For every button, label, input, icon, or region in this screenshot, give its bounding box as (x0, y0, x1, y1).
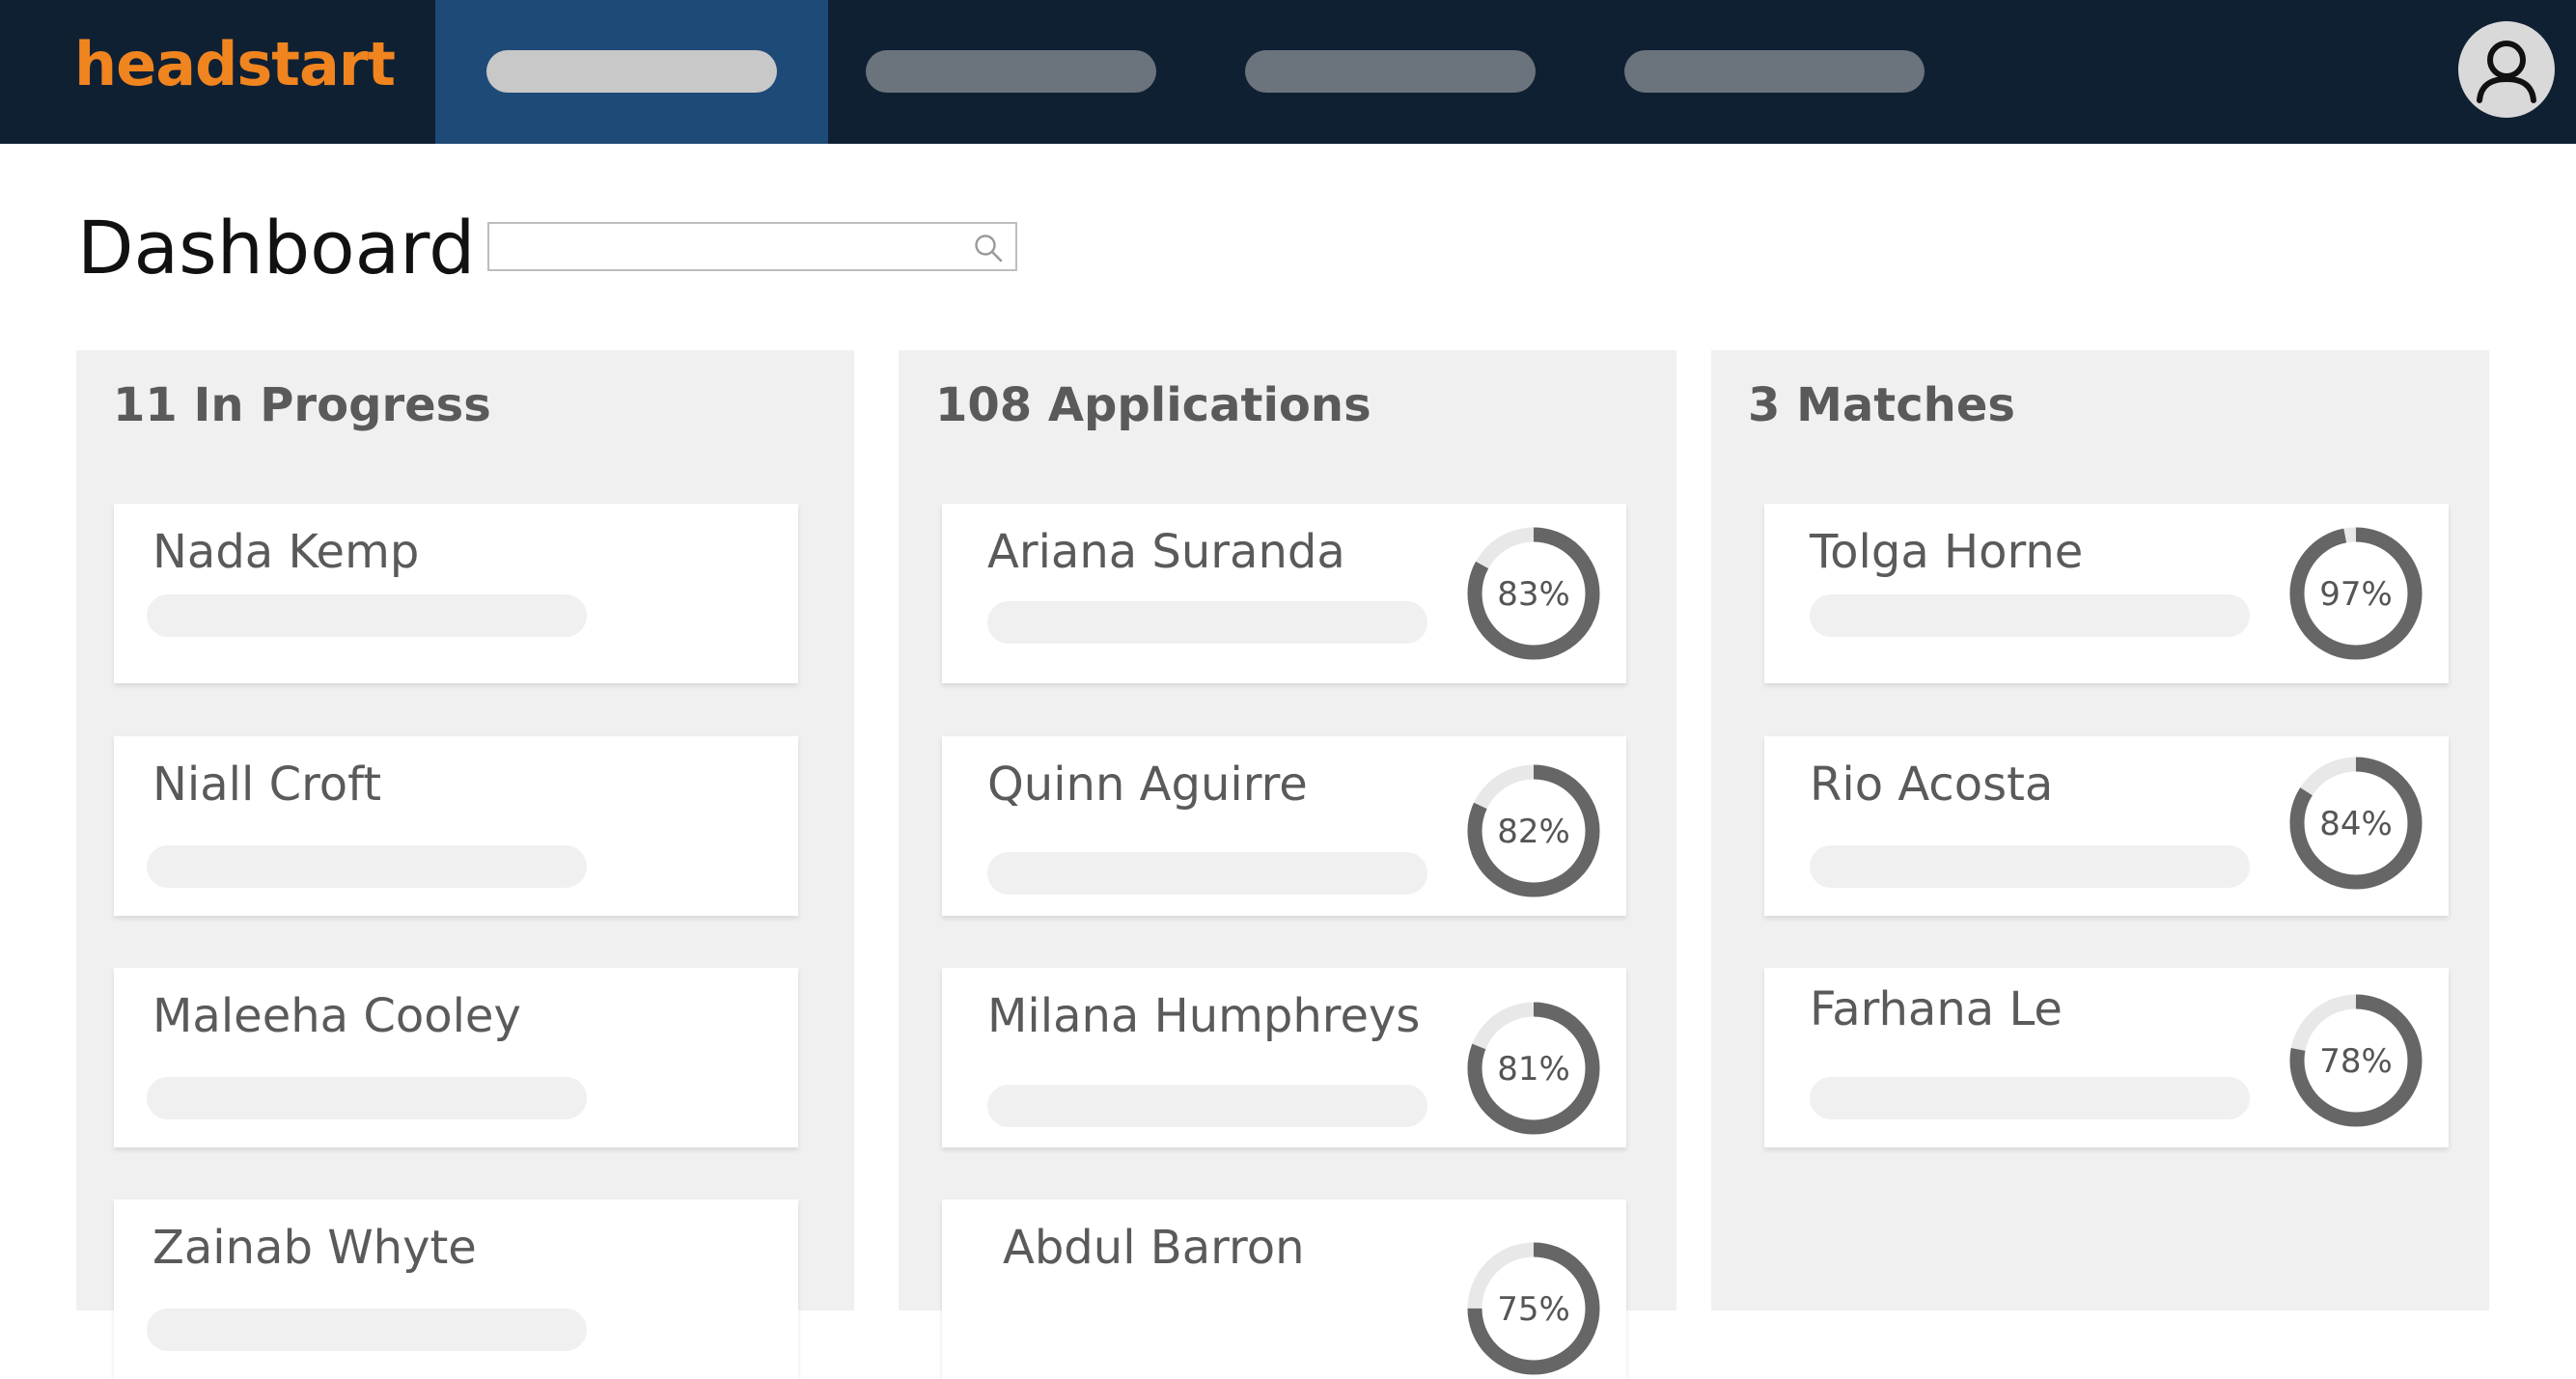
match-score-ring: 75% (1467, 1242, 1600, 1375)
candidate-name: Abdul Barron (1003, 1221, 1305, 1275)
nav-tab-3-label (1245, 50, 1536, 93)
match-score: 82% (1497, 813, 1570, 851)
candidate-detail-placeholder (147, 845, 587, 888)
user-avatar-button[interactable] (2458, 21, 2555, 118)
search-box (487, 222, 1017, 271)
candidate-card[interactable]: Abdul Barron 75% (942, 1200, 1626, 1379)
nav-tab-2[interactable] (828, 0, 1214, 144)
column-title: 3 Matches (1748, 378, 2015, 432)
nav-tab-2-label (866, 50, 1156, 93)
search-icon[interactable] (973, 233, 1004, 263)
column-matches: 3 Matches Tolga Horne 97% Rio Acosta 84%… (1711, 350, 2489, 1310)
match-score: 97% (2319, 575, 2393, 614)
candidate-detail-placeholder (987, 601, 1427, 644)
page-title: Dashboard (77, 205, 476, 290)
candidate-name: Nada Kemp (152, 525, 420, 579)
column-title: 108 Applications (935, 378, 1371, 432)
candidate-name: Maleeha Cooley (152, 989, 521, 1043)
match-score: 84% (2319, 805, 2393, 843)
nav-tab-1[interactable] (435, 0, 828, 144)
search-input[interactable] (495, 228, 962, 266)
candidate-card[interactable]: Nada Kemp (114, 504, 798, 683)
headstart-logo[interactable]: headstart (74, 29, 396, 99)
match-score: 78% (2319, 1042, 2393, 1081)
column-applications: 108 Applications Ariana Suranda 83% Quin… (899, 350, 1676, 1379)
candidate-detail-placeholder (147, 1077, 587, 1119)
match-score-ring: 83% (1467, 527, 1600, 660)
nav-tab-4[interactable] (1600, 0, 1986, 144)
nav-tab-4-label (1624, 50, 1925, 93)
candidate-name: Milana Humphreys (987, 989, 1421, 1043)
match-score-ring: 84% (2289, 757, 2423, 890)
candidate-name: Quinn Aguirre (987, 758, 1308, 812)
candidate-card[interactable]: Quinn Aguirre 82% (942, 736, 1626, 916)
candidate-detail-placeholder (1810, 594, 2250, 637)
match-score-ring: 82% (1467, 764, 1600, 897)
candidate-card[interactable]: Zainab Whyte (114, 1200, 798, 1379)
match-score: 81% (1497, 1050, 1570, 1089)
candidate-card[interactable]: Tolga Horne 97% (1764, 504, 2449, 683)
nav-tab-1-label (486, 50, 777, 93)
candidate-card[interactable]: Niall Croft (114, 736, 798, 916)
candidate-detail-placeholder (987, 852, 1427, 895)
candidate-name: Farhana Le (1810, 982, 2063, 1036)
candidate-name: Niall Croft (152, 758, 382, 812)
column-in-progress: 11 In Progress Nada Kemp Niall Croft Mal… (76, 350, 854, 1379)
top-navigation-bar: headstart (0, 0, 2576, 144)
candidate-detail-placeholder (1810, 845, 2250, 888)
nav-tab-3[interactable] (1214, 0, 1600, 144)
candidate-detail-placeholder (147, 1309, 587, 1351)
candidate-name: Ariana Suranda (987, 525, 1345, 579)
candidate-detail-placeholder (147, 594, 587, 637)
match-score-ring: 78% (2289, 994, 2423, 1127)
candidate-card[interactable]: Rio Acosta 84% (1764, 736, 2449, 916)
candidate-card[interactable]: Milana Humphreys 81% (942, 968, 1626, 1147)
candidate-card[interactable]: Farhana Le 78% (1764, 968, 2449, 1147)
match-score: 83% (1497, 575, 1570, 614)
candidate-detail-placeholder (1810, 1077, 2250, 1119)
user-icon (2477, 41, 2536, 103)
candidate-card[interactable]: Maleeha Cooley (114, 968, 798, 1147)
candidate-name: Tolga Horne (1810, 525, 2084, 579)
candidate-name: Zainab Whyte (152, 1221, 477, 1275)
candidate-name: Rio Acosta (1810, 758, 2054, 812)
column-title: 11 In Progress (113, 378, 491, 432)
match-score: 75% (1497, 1290, 1570, 1329)
candidate-card[interactable]: Ariana Suranda 83% (942, 504, 1626, 683)
match-score-ring: 97% (2289, 527, 2423, 660)
match-score-ring: 81% (1467, 1002, 1600, 1135)
candidate-detail-placeholder (987, 1085, 1427, 1127)
